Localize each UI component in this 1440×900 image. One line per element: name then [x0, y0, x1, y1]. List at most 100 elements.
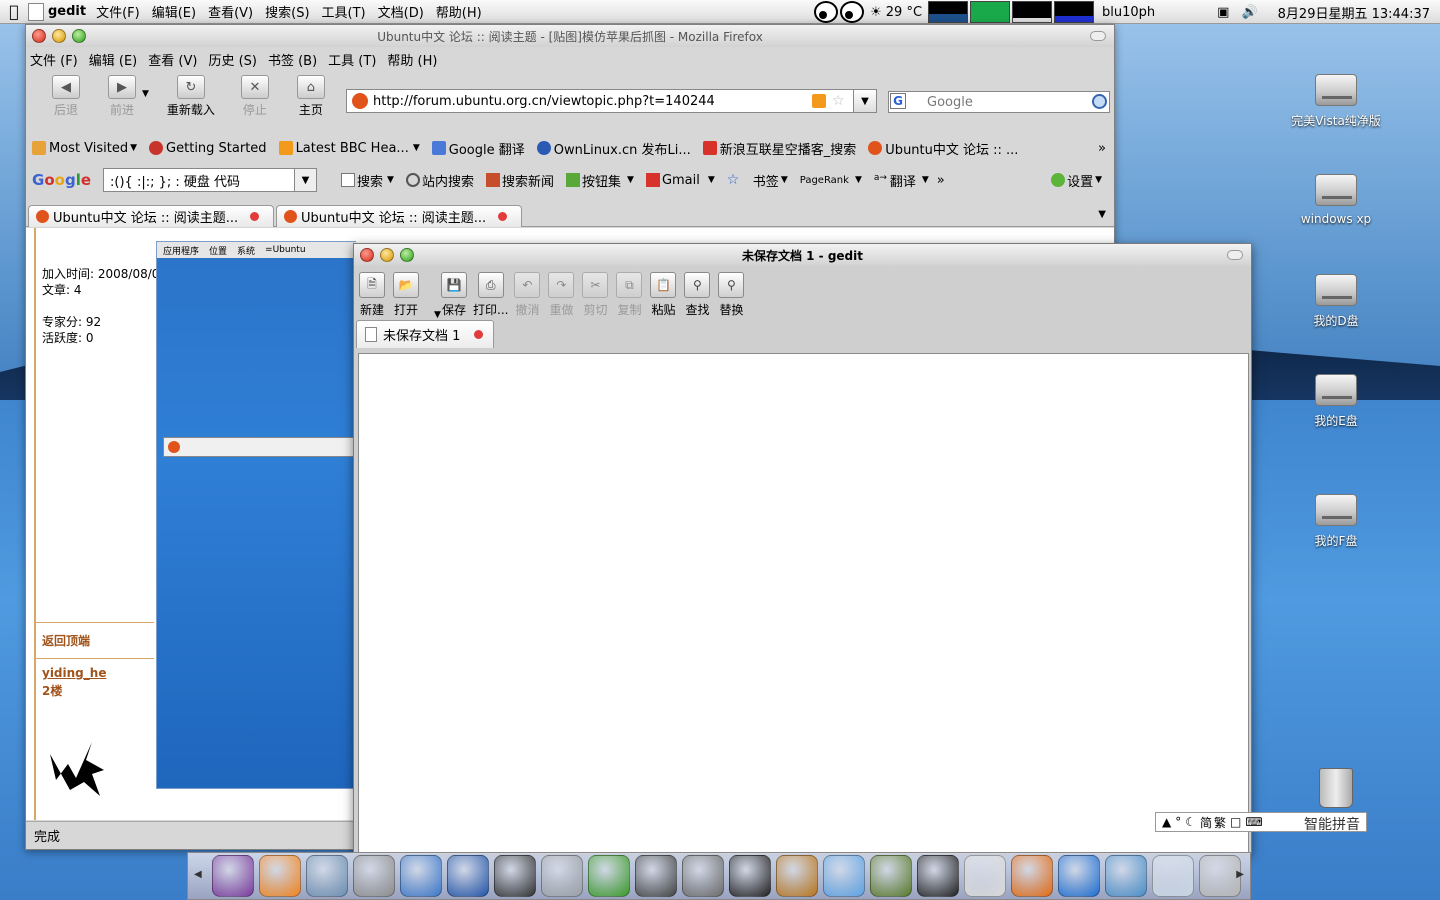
tab-close-icon[interactable] [474, 330, 483, 339]
maximize-icon[interactable] [72, 29, 86, 43]
tab-close-icon[interactable] [498, 212, 507, 221]
maximize-icon[interactable] [400, 248, 414, 262]
tab-list-dropdown-icon[interactable]: ▼ [1098, 209, 1106, 220]
replace-button[interactable]: ⚲ 替换 [716, 268, 746, 318]
dock-app-icon[interactable] [776, 855, 818, 897]
top-menu-file[interactable]: 文件(F) [96, 2, 140, 21]
weather-icon[interactable]: ☀ [870, 5, 882, 20]
ff-menu-edit[interactable]: 编辑 (E) [89, 50, 138, 69]
network-icon[interactable]: ▣ [1217, 5, 1229, 20]
dock-app-icon[interactable] [729, 855, 771, 897]
top-menu-search[interactable]: 搜索(S) [265, 2, 309, 21]
desktop-icon-vista[interactable]: 完美Vista纯净版 [1276, 74, 1396, 129]
close-icon[interactable] [32, 29, 46, 43]
weather-temp[interactable]: 29 °C [886, 5, 922, 20]
dock-app-icon[interactable] [353, 855, 395, 897]
save-button[interactable]: 💾 保存 [439, 268, 469, 318]
clock[interactable]: 8月29日星期五 13:44:37 [1278, 3, 1430, 22]
punctuation-icon[interactable]: ° [1175, 815, 1181, 829]
keyboard-icon[interactable]: ⌨ [1245, 815, 1262, 829]
stop-button[interactable]: ✕ 停止 [227, 71, 283, 118]
username-label[interactable]: blu10ph [1102, 5, 1155, 20]
top-menu-view[interactable]: 查看(V) [208, 2, 253, 21]
toolbar-toggle-icon[interactable] [1227, 250, 1243, 260]
google-search-button[interactable]: 搜索 ▼ [341, 171, 394, 190]
ime-mode-label[interactable]: 智能拼音 [1304, 814, 1360, 834]
dock-app-icon[interactable] [1011, 855, 1053, 897]
ff-menu-help[interactable]: 帮助 (H) [387, 50, 437, 69]
translate-button[interactable]: a→ 翻译 ▼» [874, 171, 945, 190]
desktop-icon-f-drive[interactable]: 我的F盘 [1276, 494, 1396, 549]
ff-menu-bookmarks[interactable]: 书签 (B) [268, 50, 317, 69]
url-input[interactable]: http://forum.ubuntu.org.cn/viewtopic.php… [346, 89, 856, 113]
dock-scroll-left-icon[interactable]: ◀ [194, 869, 202, 880]
minimize-icon[interactable] [380, 248, 394, 262]
ime-traditional[interactable]: 繁 [1214, 814, 1226, 831]
open-button[interactable]: 📂 打开 [391, 268, 421, 318]
button-gallery-button[interactable]: 按钮集 ▼ [566, 171, 634, 190]
ime-simplified[interactable]: 简 [1200, 814, 1212, 831]
active-app-name[interactable]: gedit [48, 4, 86, 19]
toolbar-toggle-icon[interactable] [1090, 31, 1106, 41]
lock-icon[interactable]: □ [1230, 815, 1241, 829]
gmail-button[interactable]: Gmail ▼ [645, 173, 715, 188]
post-username-link[interactable]: yiding_he [42, 666, 106, 680]
dock-scroll-right-icon[interactable]: ▶ [1236, 869, 1244, 880]
desktop-icon-e-drive[interactable]: 我的E盘 [1276, 374, 1396, 429]
bookmark-google-translate[interactable]: Google 翻译 [431, 139, 525, 158]
google-settings-button[interactable]: 设置 ▼ [1051, 171, 1102, 190]
dock-app-icon[interactable] [1199, 855, 1241, 897]
network-graph[interactable] [1012, 1, 1053, 23]
find-button[interactable]: ⚲ 查找 [682, 268, 712, 318]
top-menu-documents[interactable]: 文档(D) [378, 2, 424, 21]
dock-app-icon[interactable] [306, 855, 348, 897]
back-to-top-link[interactable]: 返回顶端 [42, 632, 90, 649]
pagerank-button[interactable]: PageRank ▼ [800, 175, 862, 186]
tab-forum-1[interactable]: Ubuntu中文 论坛 :: 阅读主题... [28, 205, 274, 227]
dock-app-icon[interactable] [588, 855, 630, 897]
bookmark-bbc[interactable]: Latest BBC Hea... ▼ [278, 141, 420, 156]
search-engine-icon[interactable]: G [890, 93, 906, 109]
dock-app-icon[interactable] [259, 855, 301, 897]
text-editor-area[interactable] [358, 353, 1249, 853]
ff-menu-history[interactable]: 历史 (S) [208, 50, 257, 69]
search-icon[interactable] [1092, 94, 1107, 109]
new-button[interactable]: 🗎 新建 [357, 268, 387, 318]
google-logo[interactable]: Google [32, 171, 91, 189]
bookmark-star-icon[interactable]: ☆ [832, 93, 845, 109]
dock-app-icon[interactable] [212, 855, 254, 897]
bookmark-ownlinux[interactable]: OwnLinux.cn 发布Li... [536, 139, 691, 158]
print-button[interactable]: ⎙ 打印... [473, 268, 508, 318]
dock-app-icon[interactable] [400, 855, 442, 897]
reload-button[interactable]: ↻ 重新载入 [155, 71, 227, 118]
apple-menu-icon[interactable]:  [4, 2, 24, 22]
memory-graph[interactable] [970, 1, 1011, 23]
paste-button[interactable]: 📋 粘贴 [648, 268, 678, 318]
bookmark-most-visited[interactable]: Most Visited ▼ [32, 141, 137, 156]
bookmark-ubuntu-forum[interactable]: Ubuntu中文 论坛 :: ... [868, 139, 1018, 158]
dock-app-icon[interactable] [917, 855, 959, 897]
site-search-button[interactable]: 站内搜索 [405, 171, 474, 190]
rss-feed-icon[interactable] [812, 94, 826, 108]
ff-menu-view[interactable]: 查看 (V) [148, 50, 197, 69]
desktop-icon-winxp[interactable]: windows xp [1276, 174, 1396, 226]
google-search-input[interactable]: :(){ :|:; }; : 硬盘 代码 ▼ [103, 168, 318, 192]
top-menu-help[interactable]: 帮助(H) [436, 2, 482, 21]
news-search-button[interactable]: 搜索新闻 [485, 171, 554, 190]
dock-app-icon[interactable] [494, 855, 536, 897]
google-bookmarks-button[interactable]: ☆ 书签 ▼ [727, 171, 788, 190]
search-input[interactable]: Google [888, 91, 1110, 113]
dock-app-icon[interactable] [682, 855, 724, 897]
dock-app-icon[interactable] [635, 855, 677, 897]
undo-button[interactable]: ↶ 撤消 [512, 268, 542, 318]
url-dropdown-icon[interactable]: ▼ [853, 89, 877, 113]
dock-app-icon[interactable] [823, 855, 865, 897]
minimize-icon[interactable] [52, 29, 66, 43]
bookmark-sina[interactable]: 新浪互联星空播客_搜索 [702, 139, 856, 158]
google-query-dropdown-icon[interactable]: ▼ [294, 169, 317, 191]
dock-app-icon[interactable] [1152, 855, 1194, 897]
copy-button[interactable]: ⧉ 复制 [614, 268, 644, 318]
dock-app-icon[interactable] [964, 855, 1006, 897]
home-button[interactable]: ⌂ 主页 [283, 71, 339, 118]
more-bookmarks-icon[interactable]: » [1098, 141, 1106, 156]
